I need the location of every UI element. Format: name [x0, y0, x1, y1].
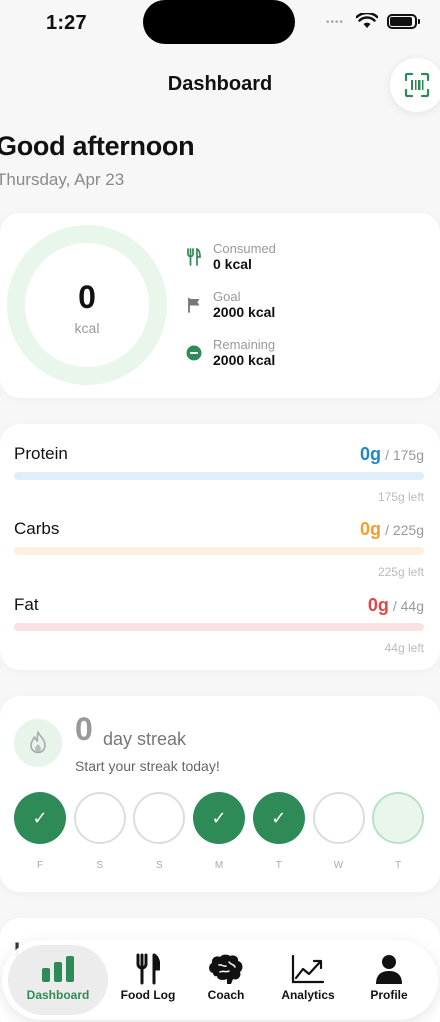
macro-value: 0g/ 175g: [360, 444, 424, 465]
stat-label: Goal: [213, 289, 241, 304]
tab-profile[interactable]: Profile: [352, 940, 426, 1020]
streak-icon-container: [14, 719, 62, 767]
wifi-icon: [356, 13, 378, 28]
tab-food-log[interactable]: Food Log: [110, 940, 186, 1020]
streak-day-2: [133, 792, 186, 844]
tab-label: Food Log: [120, 988, 176, 1002]
macro-consumed: 0g: [360, 444, 382, 464]
fork-knife-icon: [110, 953, 186, 985]
dynamic-island: [143, 0, 295, 44]
macro-name: Carbs: [14, 519, 60, 538]
brain-icon: [188, 953, 264, 985]
person-icon: [352, 953, 426, 985]
barcode-scan-icon: [404, 72, 430, 98]
macro-progress-track: [14, 547, 424, 555]
tab-analytics[interactable]: Analytics: [268, 940, 348, 1020]
status-time: 1:27: [46, 12, 87, 34]
streak-day-0: ✓: [14, 792, 66, 844]
fork-knife-icon: [186, 248, 202, 266]
macro-protein: Protein 0g/ 175g 175g left: [14, 444, 424, 504]
streak-day-letter: S: [96, 860, 104, 871]
tab-coach[interactable]: Coach: [188, 940, 264, 1020]
macro-consumed: 0g: [367, 595, 389, 615]
macro-value: 0g/ 44g: [368, 595, 424, 616]
stat-value: 2000 kcal: [213, 352, 276, 368]
streak-card[interactable]: 0 day streak Start your streak today! ✓ F…: [0, 696, 440, 892]
flame-icon: [30, 731, 46, 754]
streak-count: 0: [75, 711, 93, 747]
tab-label: Coach: [207, 988, 245, 1002]
streak-day-letter: M: [214, 860, 224, 871]
tab-bar: Dashboard Food Log Coach Analytics Profi…: [2, 940, 438, 1020]
calorie-card[interactable]: 0 kcal Consumed 0 kcal Goal 2000 kcal Re…: [0, 213, 440, 398]
page-title: Dashboard: [167, 73, 273, 95]
macros-card[interactable]: Protein 0g/ 175g 175g left Carbs 0g/ 225…: [0, 424, 440, 670]
flag-icon: [186, 296, 202, 314]
stat-value: 2000 kcal: [213, 304, 276, 320]
macro-goal: / 225g: [385, 522, 424, 538]
macro-name: Protein: [14, 444, 68, 463]
stat-label: Consumed: [213, 241, 276, 256]
macro-fat: Fat 0g/ 44g 44g left: [14, 595, 424, 655]
cellular-icon: ••••: [326, 17, 345, 28]
macro-name: Fat: [14, 595, 39, 614]
check-icon: ✓: [211, 807, 227, 828]
macro-remaining: 175g left: [377, 490, 424, 504]
streak-day-letter: F: [36, 860, 44, 871]
streak-day-letter: S: [156, 860, 163, 871]
macro-consumed: 0g: [360, 519, 382, 539]
check-icon: ✓: [271, 807, 287, 828]
line-chart-icon: [268, 953, 348, 985]
tab-dashboard[interactable]: Dashboard: [8, 945, 108, 1015]
stat-value: 0 kcal: [213, 256, 252, 272]
tab-label: Profile: [370, 988, 408, 1002]
date-text: Thursday, Apr 23: [0, 170, 125, 189]
macro-remaining: 44g left: [384, 641, 424, 655]
calorie-unit: kcal: [74, 320, 100, 336]
macro-remaining: 225g left: [377, 565, 424, 579]
tab-label: Analytics: [281, 988, 335, 1002]
streak-day-4: ✓: [252, 792, 305, 844]
check-icon: ✓: [32, 807, 48, 828]
scan-barcode-button[interactable]: [390, 58, 440, 112]
minus-circle-icon: [186, 344, 202, 362]
tab-label: Dashboard: [26, 988, 90, 1002]
calorie-value: 0: [78, 279, 96, 315]
macro-goal: / 44g: [392, 598, 424, 614]
streak-day-6: [372, 792, 425, 844]
bar-chart-icon: [8, 953, 108, 985]
macro-goal: / 175g: [385, 447, 424, 463]
streak-day-5: [312, 792, 365, 844]
streak-day-letter: T: [275, 860, 282, 871]
macro-carbs: Carbs 0g/ 225g 225g left: [14, 519, 424, 579]
greeting-text: Good afternoon: [0, 131, 195, 161]
streak-day-letter: T: [395, 860, 402, 871]
status-bar: 1:27 ••••: [0, 0, 440, 50]
streak-subtitle: Start your streak today!: [75, 758, 220, 774]
macro-progress-track: [14, 472, 424, 480]
streak-day-3: ✓: [193, 792, 246, 844]
streak-day-1: [73, 792, 126, 844]
stat-label: Remaining: [213, 337, 276, 352]
battery-icon: [387, 14, 420, 29]
macro-value: 0g/ 225g: [360, 519, 424, 540]
macro-progress-track: [14, 623, 424, 631]
streak-label: day streak: [103, 729, 187, 749]
streak-day-letter: W: [333, 860, 344, 871]
